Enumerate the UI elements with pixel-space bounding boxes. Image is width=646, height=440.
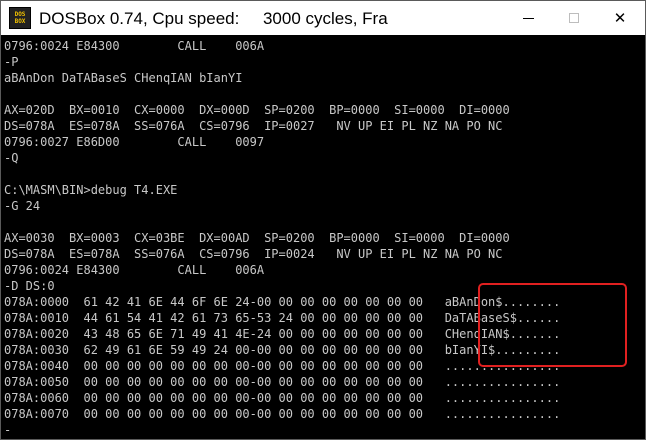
console-line: -G 24 <box>4 199 41 213</box>
console-line: 0796:0024 E84300 CALL 006A <box>4 39 265 53</box>
maximize-icon <box>569 13 579 23</box>
console-line: AX=0030 BX=0003 CX=03BE DX=00AD SP=0200 … <box>4 231 510 245</box>
app-icon-text-bottom: BOX <box>14 18 26 25</box>
title-bar[interactable]: DOS BOX DOSBox 0.74, Cpu speed: 3000 cyc… <box>1 1 645 35</box>
console-line: AX=020D BX=0010 CX=0000 DX=000D SP=0200 … <box>4 103 510 117</box>
console-line: aBAnDon DaTABaseS CHenqIAN bIanYI <box>4 71 243 85</box>
console-line: 078A:0050 00 00 00 00 00 00 00 00-00 00 … <box>4 375 561 389</box>
minimize-icon <box>522 17 534 19</box>
console-line: - <box>4 423 12 437</box>
console-line: -P <box>4 55 19 69</box>
window-title: DOSBox 0.74, Cpu speed: 3000 cycles, Fra <box>39 9 388 28</box>
dosbox-app-icon[interactable]: DOS BOX <box>9 7 31 29</box>
dosbox-window: DOS BOX DOSBox 0.74, Cpu speed: 3000 cyc… <box>0 0 646 440</box>
minimize-button[interactable] <box>505 1 551 35</box>
maximize-button[interactable] <box>551 1 597 35</box>
app-icon-text-top: DOS <box>14 11 26 18</box>
console-line: 0796:0024 E84300 CALL 006A <box>4 263 265 277</box>
console-line: DS=078A ES=078A SS=076A CS=0796 IP=0024 … <box>4 247 503 261</box>
close-icon: ✕ <box>613 9 627 27</box>
console-line: DS=078A ES=078A SS=076A CS=0796 IP=0027 … <box>4 119 503 133</box>
close-button[interactable]: ✕ <box>597 1 643 35</box>
console-line: 0796:0027 E86D00 CALL 0097 <box>4 135 265 149</box>
console-line: 078A:0070 00 00 00 00 00 00 00 00-00 00 … <box>4 407 561 421</box>
highlight-annotation-box <box>478 283 627 367</box>
console-output[interactable]: 0796:0024 E84300 CALL 006A -P aBAnDon DaTA… <box>1 35 645 439</box>
console-line: C:\MASM\BIN>debug T4.EXE <box>4 183 178 197</box>
console-line: -Q <box>4 151 19 165</box>
console-line: 078A:0060 00 00 00 00 00 00 00 00-00 00 … <box>4 391 561 405</box>
